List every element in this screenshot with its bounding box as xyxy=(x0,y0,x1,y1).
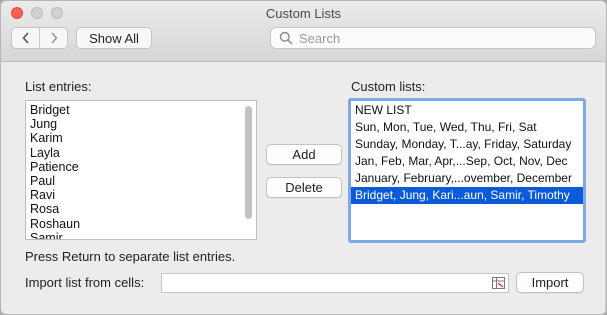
back-button[interactable] xyxy=(12,28,39,48)
list-entry-item: Rosa xyxy=(30,202,60,217)
import-label: Import list from cells: xyxy=(25,275,145,290)
chevron-left-icon xyxy=(21,32,29,44)
range-select-icon[interactable] xyxy=(492,277,505,289)
custom-list-item[interactable]: January, February,...ovember, December xyxy=(351,170,583,187)
nav-buttons xyxy=(11,27,68,49)
show-all-button[interactable]: Show All xyxy=(76,27,152,49)
list-entry-item: Bridget xyxy=(30,103,70,117)
list-entry-item: Paul xyxy=(30,173,56,188)
import-cells-field[interactable] xyxy=(161,273,509,293)
custom-list-item[interactable]: Jan, Feb, Mar, Apr,...Sep, Oct, Nov, Dec xyxy=(351,153,583,170)
list-entries-label: List entries: xyxy=(25,79,92,94)
list-entry-item: Ravi xyxy=(30,188,56,203)
title-bar: Custom Lists Show All Search xyxy=(1,1,606,62)
list-entry-item: Layla xyxy=(30,145,60,160)
forward-button[interactable] xyxy=(39,28,67,48)
list-entries-textbox[interactable]: Bridget Jung Karim Layla Patience Paul Ravi Ros… xyxy=(25,100,257,240)
list-entry-item: Patience xyxy=(30,159,79,174)
import-button[interactable]: Import xyxy=(516,272,584,293)
window-title: Custom Lists xyxy=(265,6,342,21)
window-edge-line xyxy=(605,61,606,314)
search-icon xyxy=(279,31,293,45)
chevron-right-icon xyxy=(50,32,58,44)
custom-lists-listbox[interactable]: NEW LIST Sun, Mon, Tue, Wed, Thu, Fri, Sa… xyxy=(348,98,586,243)
delete-button[interactable]: Delete xyxy=(266,177,342,198)
separator-hint: Press Return to separate list entries. xyxy=(25,249,236,264)
list-entries-items: Bridget Jung Karim Layla Patience Paul Ravi Ros… xyxy=(26,101,256,240)
custom-lists-label: Custom lists: xyxy=(351,79,426,94)
custom-lists-items: NEW LIST Sun, Mon, Tue, Wed, Thu, Fri, Sa… xyxy=(351,101,583,204)
list-entry-item: Roshaun xyxy=(30,216,81,231)
custom-list-item[interactable]: Sun, Mon, Tue, Wed, Thu, Fri, Sat xyxy=(351,119,583,136)
custom-list-item[interactable]: NEW LIST xyxy=(351,102,583,119)
list-entries-scrollbar[interactable] xyxy=(245,106,252,219)
custom-list-item[interactable]: Sunday, Monday, T...ay, Friday, Saturday xyxy=(351,136,583,153)
search-input[interactable]: Search xyxy=(270,27,596,49)
search-placeholder: Search xyxy=(299,30,341,46)
custom-list-item[interactable]: Bridget, Jung, Kari...aun, Samir, Timoth… xyxy=(351,187,583,204)
custom-lists-window: Custom Lists Show All Search List entrie… xyxy=(0,0,607,315)
list-entry-item: Jung xyxy=(30,117,58,132)
list-entry-item: Karim xyxy=(30,131,63,146)
list-entry-item: Samir xyxy=(30,230,63,240)
add-button[interactable]: Add xyxy=(266,144,342,165)
